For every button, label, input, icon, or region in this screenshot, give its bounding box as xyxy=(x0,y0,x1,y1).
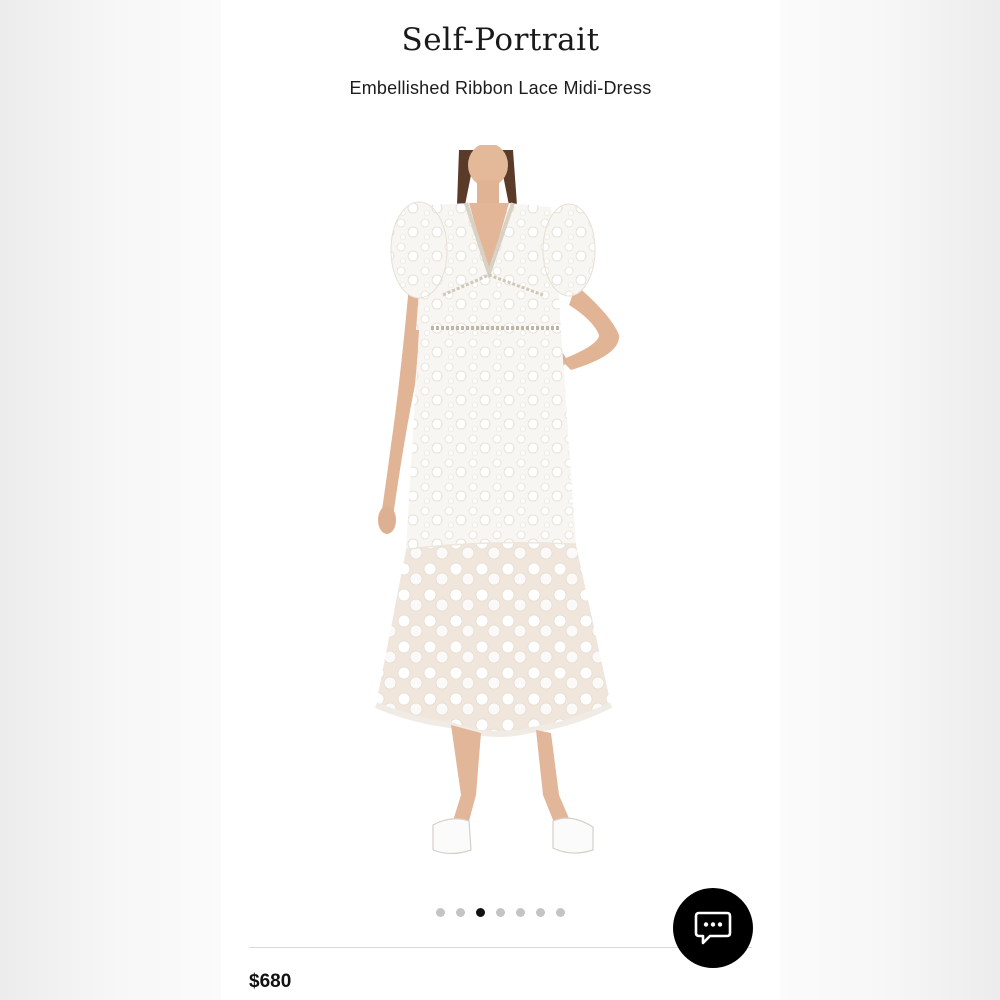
carousel-dot[interactable] xyxy=(516,908,525,917)
product-page: Self-Portrait Embellished Ribbon Lace Mi… xyxy=(221,0,780,1000)
divider xyxy=(249,947,752,948)
chat-bubble-icon xyxy=(694,911,732,945)
carousel-dot[interactable] xyxy=(536,908,545,917)
product-price: $680 xyxy=(249,971,292,992)
carousel-dot[interactable] xyxy=(436,908,445,917)
carousel-dot[interactable] xyxy=(496,908,505,917)
carousel-dot[interactable] xyxy=(456,908,465,917)
carousel-dot-active[interactable] xyxy=(476,908,485,917)
carousel-dot[interactable] xyxy=(556,908,565,917)
product-image[interactable] xyxy=(371,145,631,860)
chat-button[interactable] xyxy=(673,888,753,968)
brand-name[interactable]: Self-Portrait xyxy=(221,22,780,58)
screen: Self-Portrait Embellished Ribbon Lace Mi… xyxy=(0,0,1000,1000)
product-title: Embellished Ribbon Lace Midi-Dress xyxy=(349,78,652,98)
